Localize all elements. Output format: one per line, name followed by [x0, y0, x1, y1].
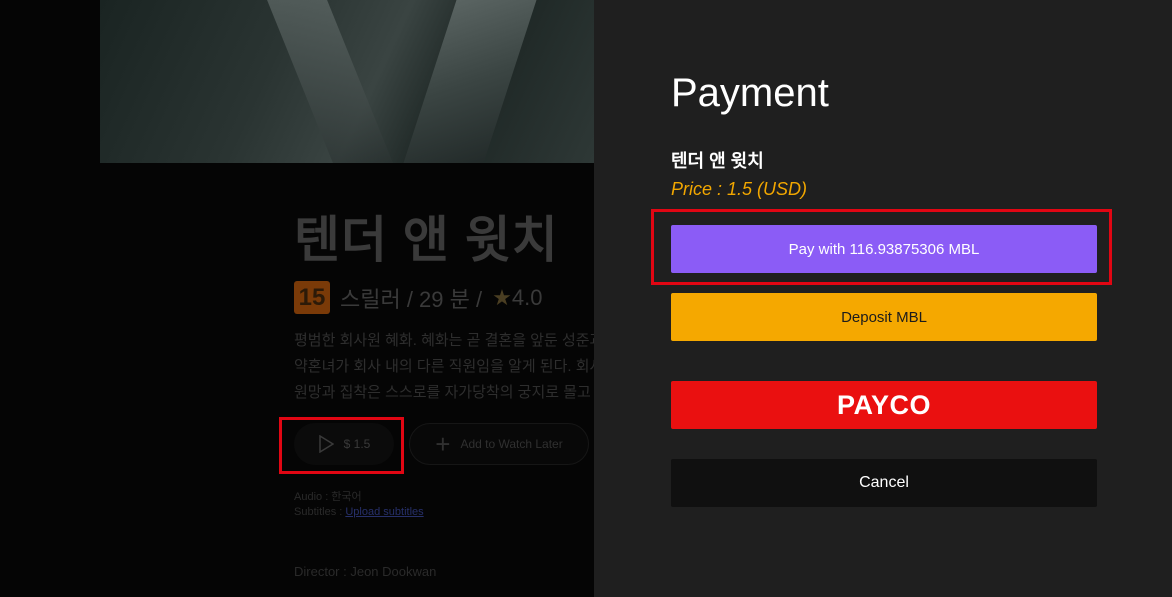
- synopsis-line: 약혼녀가 회사 내의 다른 직원임을 알게 된다. 회사: [294, 358, 594, 375]
- movie-meta-row: 15 스릴러 / 29 분 / ★4.0: [294, 281, 542, 314]
- watch-later-label: Add to Watch Later: [460, 437, 563, 451]
- synopsis-line: 평범한 회사원 혜화. 혜화는 곧 결혼을 앞둔 성준과: [294, 332, 594, 349]
- movie-detail-background: 텐더 앤 윗치 15 스릴러 / 29 분 / ★4.0 평범한 회사원 혜화.…: [0, 0, 594, 597]
- synopsis-line: 원망과 집착은 스스로를 자가당착의 궁지로 몰고: [294, 384, 591, 401]
- payco-button[interactable]: PAYCO: [671, 381, 1097, 429]
- add-to-watch-later-button[interactable]: + Add to Watch Later: [409, 423, 589, 465]
- cancel-button[interactable]: Cancel: [671, 459, 1097, 507]
- movie-meta: 스릴러 / 29 분 /: [340, 286, 483, 312]
- audio-info: Audio : 한국어: [294, 491, 362, 503]
- movie-rating: ★4.0: [492, 285, 542, 311]
- payment-panel: Payment 텐더 앤 윗치 Price : 1.5 (USD) Pay wi…: [594, 0, 1172, 597]
- subtitles-info: Subtitles : Upload subtitles: [294, 506, 424, 518]
- movie-title: 텐더 앤 윗치: [294, 212, 559, 268]
- play-price: $ 1.5: [343, 437, 371, 451]
- movie-hero-image: [100, 0, 594, 163]
- payment-movie-title: 텐더 앤 윗치: [671, 151, 764, 171]
- movie-synopsis: 평범한 회사원 혜화. 혜화는 곧 결혼을 앞둔 성준과 약혼녀가 회사 내의 …: [294, 328, 594, 406]
- upload-subtitles-link[interactable]: Upload subtitles: [345, 506, 423, 518]
- subtitles-label: Subtitles :: [294, 506, 346, 518]
- director-info: Director : Jeon Dookwan: [294, 564, 437, 579]
- deposit-mbl-button[interactable]: Deposit MBL: [671, 293, 1097, 341]
- star-icon: ★: [492, 284, 512, 310]
- play-icon: [318, 435, 334, 453]
- pay-with-mbl-button[interactable]: Pay with 116.93875306 MBL: [671, 225, 1097, 273]
- plus-icon: +: [435, 429, 451, 459]
- play-purchase-button[interactable]: $ 1.5: [294, 423, 394, 465]
- payment-title: Payment: [671, 71, 829, 115]
- payment-price: Price : 1.5 (USD): [671, 179, 808, 199]
- age-rating-badge: 15: [294, 281, 330, 314]
- rating-value: 4.0: [511, 284, 543, 310]
